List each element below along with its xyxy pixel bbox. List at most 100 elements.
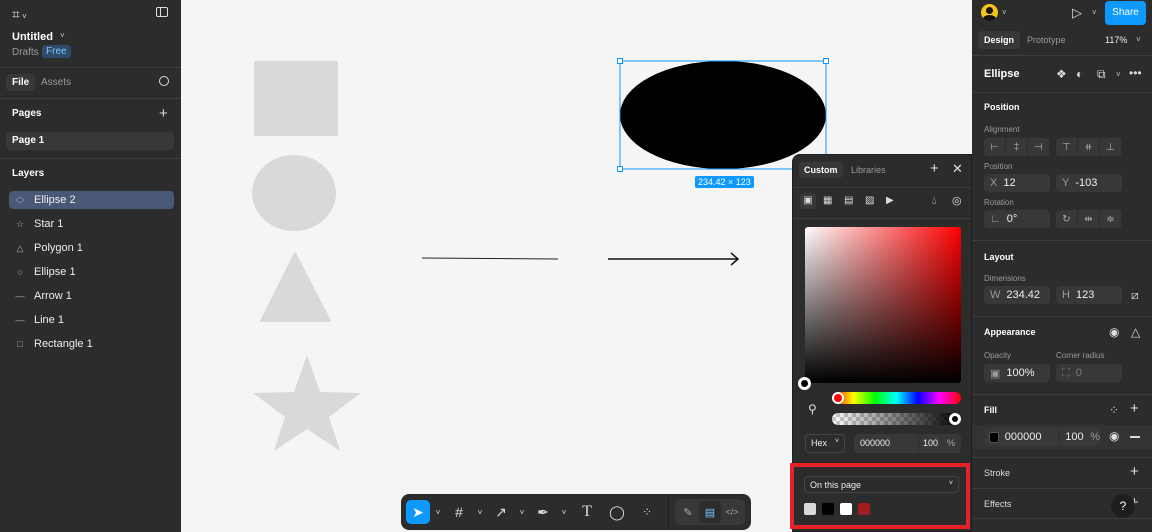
- align-left-icon[interactable]: ⊢: [984, 138, 1006, 156]
- layer-item[interactable]: ⬭ Ellipse 2: [9, 191, 174, 209]
- hex-input[interactable]: 000000 100 %: [854, 434, 961, 453]
- fill-swatch[interactable]: [989, 431, 999, 443]
- fill-opacity[interactable]: 100: [1059, 431, 1084, 443]
- opacity-slider[interactable]: [832, 413, 961, 425]
- resize-handle[interactable]: [823, 58, 829, 64]
- flip-horizontal-icon[interactable]: ⇹: [1078, 210, 1100, 228]
- color-handle[interactable]: [798, 377, 811, 390]
- zoom-level[interactable]: 117%: [1105, 35, 1127, 45]
- layer-item[interactable]: ○ Ellipse 1: [9, 263, 174, 281]
- style-icon[interactable]: ◎: [952, 195, 962, 207]
- boolean-icon[interactable]: ⧉: [1097, 68, 1106, 80]
- drafts-label[interactable]: Drafts: [12, 47, 39, 58]
- add-stroke-icon[interactable]: +: [1130, 463, 1139, 480]
- move-tool-icon[interactable]: ➤: [406, 500, 430, 524]
- x-input[interactable]: X 12: [984, 174, 1050, 192]
- text-tool-icon[interactable]: T: [572, 503, 602, 521]
- chevron-down-icon[interactable]: ˅: [472, 508, 488, 517]
- opacity-value[interactable]: 100: [919, 434, 947, 453]
- polygon-shape[interactable]: [260, 252, 331, 322]
- dev-mode-icon[interactable]: </>: [721, 501, 743, 523]
- rectangle-shape[interactable]: [254, 61, 338, 136]
- swatch-source-select[interactable]: On this page ˅: [804, 476, 959, 493]
- align-middle-icon[interactable]: ⧺: [1078, 138, 1100, 156]
- color-swatch[interactable]: [822, 503, 834, 515]
- color-swatch[interactable]: [858, 503, 870, 515]
- h-value[interactable]: 123: [1076, 289, 1094, 301]
- close-icon[interactable]: ✕: [952, 161, 963, 177]
- page-item[interactable]: Page 1: [6, 132, 174, 150]
- linear-gradient-icon[interactable]: ▦: [823, 195, 832, 207]
- y-input[interactable]: Y -103: [1056, 174, 1122, 192]
- opacity-handle[interactable]: [949, 413, 961, 425]
- arrow-tool-icon[interactable]: ↗: [488, 504, 514, 521]
- rotation-input[interactable]: ∟ 0°: [984, 210, 1050, 228]
- chevron-down-icon[interactable]: ˅: [514, 508, 530, 517]
- align-top-icon[interactable]: ⊤: [1056, 138, 1078, 156]
- tab-custom[interactable]: Custom: [799, 162, 843, 178]
- chevron-down-icon[interactable]: ˅: [430, 508, 446, 517]
- color-swatch[interactable]: [840, 503, 852, 515]
- saturation-brightness-area[interactable]: [805, 227, 961, 383]
- height-input[interactable]: H 123: [1056, 286, 1122, 304]
- line-shape[interactable]: [421, 257, 559, 260]
- hex-value[interactable]: 000000: [854, 434, 919, 453]
- frame-tool-icon[interactable]: #: [446, 504, 472, 520]
- sidebar-toggle-icon[interactable]: [156, 7, 168, 17]
- y-value[interactable]: -103: [1075, 177, 1097, 189]
- opacity-value[interactable]: 100%: [1006, 367, 1034, 379]
- blend-drop-icon[interactable]: 💧︎: [932, 195, 936, 207]
- circle-shape[interactable]: [252, 155, 336, 231]
- draw-mode-icon[interactable]: ✎: [677, 501, 699, 523]
- chevron-down-icon[interactable]: ˅: [60, 31, 65, 40]
- chevron-down-icon[interactable]: ˅: [1002, 8, 1007, 17]
- component-icon[interactable]: ❖: [1056, 68, 1067, 80]
- layer-item[interactable]: △ Polygon 1: [9, 239, 174, 257]
- radius-value[interactable]: 0: [1076, 367, 1082, 379]
- resize-handle[interactable]: [617, 166, 623, 172]
- layer-item[interactable]: — Arrow 1: [9, 287, 174, 305]
- layer-item[interactable]: ☆ Star 1: [9, 215, 174, 233]
- w-value[interactable]: 234.42: [1006, 289, 1040, 301]
- solid-fill-icon[interactable]: ▣: [800, 193, 816, 209]
- search-icon[interactable]: [159, 76, 169, 86]
- play-icon[interactable]: ▷: [1072, 5, 1082, 21]
- styles-grid-icon[interactable]: ⁘: [1109, 404, 1119, 416]
- corner-radius-input[interactable]: ⛶ 0: [1056, 364, 1122, 382]
- selected-ellipse[interactable]: [620, 61, 826, 169]
- actions-tool-icon[interactable]: ⁘: [632, 505, 662, 519]
- align-bottom-icon[interactable]: ⊥: [1100, 138, 1122, 156]
- resize-handle[interactable]: [617, 58, 623, 64]
- color-format-select[interactable]: Hex ˅: [805, 434, 845, 453]
- align-right-icon[interactable]: ⊣: [1028, 138, 1050, 156]
- chevron-down-icon[interactable]: ˅: [1116, 70, 1121, 79]
- eye-icon[interactable]: ◉: [1109, 326, 1119, 338]
- chevron-down-icon[interactable]: ˅: [1136, 35, 1141, 44]
- design-mode-icon[interactable]: ▤: [699, 501, 721, 523]
- help-button[interactable]: ?: [1111, 494, 1135, 518]
- pen-tool-icon[interactable]: ✒: [530, 504, 556, 521]
- tab-file[interactable]: File: [6, 74, 36, 91]
- remove-fill-icon[interactable]: [1130, 436, 1140, 438]
- rotate-icon[interactable]: ↻: [1056, 210, 1078, 228]
- opacity-input[interactable]: ▣ 100%: [984, 364, 1050, 382]
- file-title[interactable]: Untitled: [12, 31, 53, 43]
- tab-prototype[interactable]: Prototype: [1027, 35, 1066, 45]
- layer-item[interactable]: — Line 1: [9, 311, 174, 329]
- hue-slider[interactable]: [832, 392, 961, 404]
- tab-libraries[interactable]: Libraries: [851, 165, 886, 175]
- video-fill-icon[interactable]: ▶: [886, 195, 894, 207]
- color-swatch[interactable]: [804, 503, 816, 515]
- layer-item[interactable]: □ Rectangle 1: [9, 335, 174, 353]
- flip-vertical-icon[interactable]: ≑: [1100, 210, 1122, 228]
- hue-handle[interactable]: [832, 392, 844, 404]
- align-center-h-icon[interactable]: ‡: [1006, 138, 1028, 156]
- image-fill-icon[interactable]: ▨: [865, 195, 874, 207]
- fill-hex[interactable]: 000000: [1005, 431, 1053, 443]
- avatar[interactable]: [981, 4, 998, 21]
- more-icon[interactable]: •••: [1129, 67, 1142, 79]
- tab-design[interactable]: Design: [978, 31, 1021, 49]
- add-fill-icon[interactable]: +: [1130, 400, 1139, 417]
- star-shape[interactable]: [253, 355, 361, 451]
- width-input[interactable]: W 234.42: [984, 286, 1050, 304]
